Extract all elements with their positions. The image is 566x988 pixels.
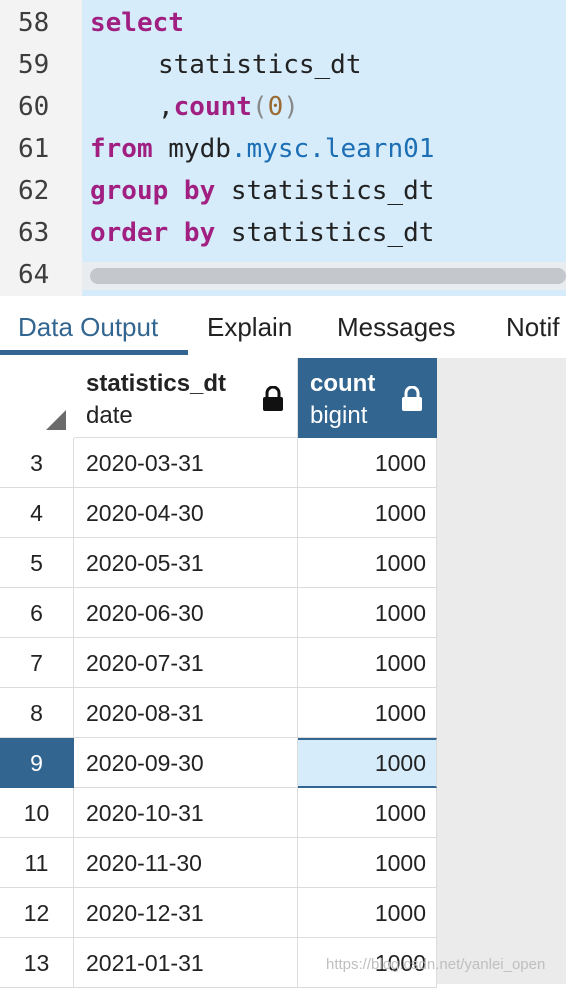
cell-statistics-dt[interactable]: 2020-08-31 [74,688,298,738]
cell-count[interactable]: 1000 [298,538,437,588]
row-number[interactable]: 10 [0,788,74,838]
code-line[interactable]: 63 order by statistics_dt [0,212,566,254]
line-number: 61 [18,134,50,164]
line-number: 64 [18,260,50,290]
table-row[interactable]: 5 2020-05-31 1000 [0,538,437,588]
line-number: 58 [18,8,50,38]
row-number[interactable]: 11 [0,838,74,888]
code-line[interactable]: 60 ,count(0) [0,86,566,128]
table-row[interactable]: 6 2020-06-30 1000 [0,588,437,638]
results-tab-bar: Data Output Explain Messages Notif [0,296,566,359]
tab-data-output[interactable]: Data Output [18,296,158,358]
code-line[interactable]: 62 group by statistics_dt [0,170,566,212]
cell-count[interactable]: 1000 [298,638,437,688]
line-number: 60 [18,92,50,122]
data-output-grid: statistics_dt date count bigint 3 2020-0… [0,358,566,988]
column-type: bigint [310,402,368,429]
row-number[interactable]: 3 [0,438,74,488]
cell-statistics-dt[interactable]: 2020-06-30 [74,588,298,638]
corner-triangle-icon [46,410,66,430]
column-identifier: statistics_dt [158,50,362,80]
table-row[interactable]: 3 2020-03-31 1000 [0,438,437,488]
column-header-count[interactable]: count bigint [298,358,437,438]
table-row[interactable]: 8 2020-08-31 1000 [0,688,437,738]
table-path: .mysc.learn01 [230,134,435,164]
watermark-text: https://blog.csdn.net/yanlei_open [326,956,546,973]
row-number[interactable]: 8 [0,688,74,738]
cell-statistics-dt[interactable]: 2020-09-30 [74,738,298,788]
column-identifier: statistics_dt [230,176,435,206]
table-row[interactable]: 11 2020-11-30 1000 [0,838,437,888]
cell-statistics-dt[interactable]: 2021-01-31 [74,938,298,988]
cell-count[interactable]: 1000 [298,888,437,938]
table-row[interactable]: 12 2020-12-31 1000 [0,888,437,938]
tab-notifications[interactable]: Notif [506,296,559,358]
column-name: count [310,370,376,397]
open-paren: ( [251,92,268,122]
row-number[interactable]: 13 [0,938,74,988]
row-number[interactable]: 6 [0,588,74,638]
keyword-from: from [90,134,153,164]
line-number: 63 [18,218,50,248]
horizontal-scrollbar-thumb[interactable] [90,268,566,284]
cell-statistics-dt[interactable]: 2020-10-31 [74,788,298,838]
cell-count-selected[interactable]: 1000 [298,738,437,788]
lock-icon [263,386,283,411]
column-type: date [86,402,133,429]
number-literal: 0 [267,92,284,122]
database-name: mydb [168,134,231,164]
close-paren: ) [283,92,299,122]
cell-statistics-dt[interactable]: 2020-11-30 [74,838,298,888]
active-tab-indicator [0,350,188,355]
function-count: count [173,92,252,122]
table-row-selected[interactable]: 9 2020-09-30 1000 [0,738,437,788]
code-line[interactable]: 61 from mydb.mysc.learn01 [0,128,566,170]
cell-count[interactable]: 1000 [298,488,437,538]
code-line[interactable]: 59 statistics_dt [0,44,566,86]
cell-count[interactable]: 1000 [298,688,437,738]
cell-count[interactable]: 1000 [298,838,437,888]
keyword-select: select [90,8,184,38]
column-identifier: statistics_dt [230,218,435,248]
row-number[interactable]: 5 [0,538,74,588]
code-line[interactable]: 58 select [0,2,566,44]
row-number[interactable]: 4 [0,488,74,538]
select-all-corner[interactable] [0,358,75,439]
cell-statistics-dt[interactable]: 2020-03-31 [74,438,298,488]
tab-explain[interactable]: Explain [207,296,292,358]
cell-statistics-dt[interactable]: 2020-04-30 [74,488,298,538]
cell-statistics-dt[interactable]: 2020-05-31 [74,538,298,588]
column-name: statistics_dt [86,370,227,397]
lock-icon [402,386,422,411]
row-number[interactable]: 12 [0,888,74,938]
cell-count[interactable]: 1000 [298,438,437,488]
cell-statistics-dt[interactable]: 2020-12-31 [74,888,298,938]
cell-count[interactable]: 1000 [298,588,437,638]
line-number: 62 [18,176,50,206]
cell-statistics-dt[interactable]: 2020-07-31 [74,638,298,688]
table-row[interactable]: 4 2020-04-30 1000 [0,488,437,538]
row-number[interactable]: 7 [0,638,74,688]
table-row[interactable]: 7 2020-07-31 1000 [0,638,437,688]
sql-editor[interactable]: 58 select 59 statistics_dt 60 ,count(0) … [0,0,566,296]
line-number: 59 [18,50,50,80]
comma: , [158,92,174,122]
row-number[interactable]: 9 [0,738,74,788]
keyword-group-by: group by [90,176,216,206]
tab-messages[interactable]: Messages [337,296,456,358]
column-header-statistics-dt[interactable]: statistics_dt date [74,358,298,438]
cell-count[interactable]: 1000 [298,788,437,838]
table-row[interactable]: 10 2020-10-31 1000 [0,788,437,838]
keyword-order-by: order by [90,218,216,248]
